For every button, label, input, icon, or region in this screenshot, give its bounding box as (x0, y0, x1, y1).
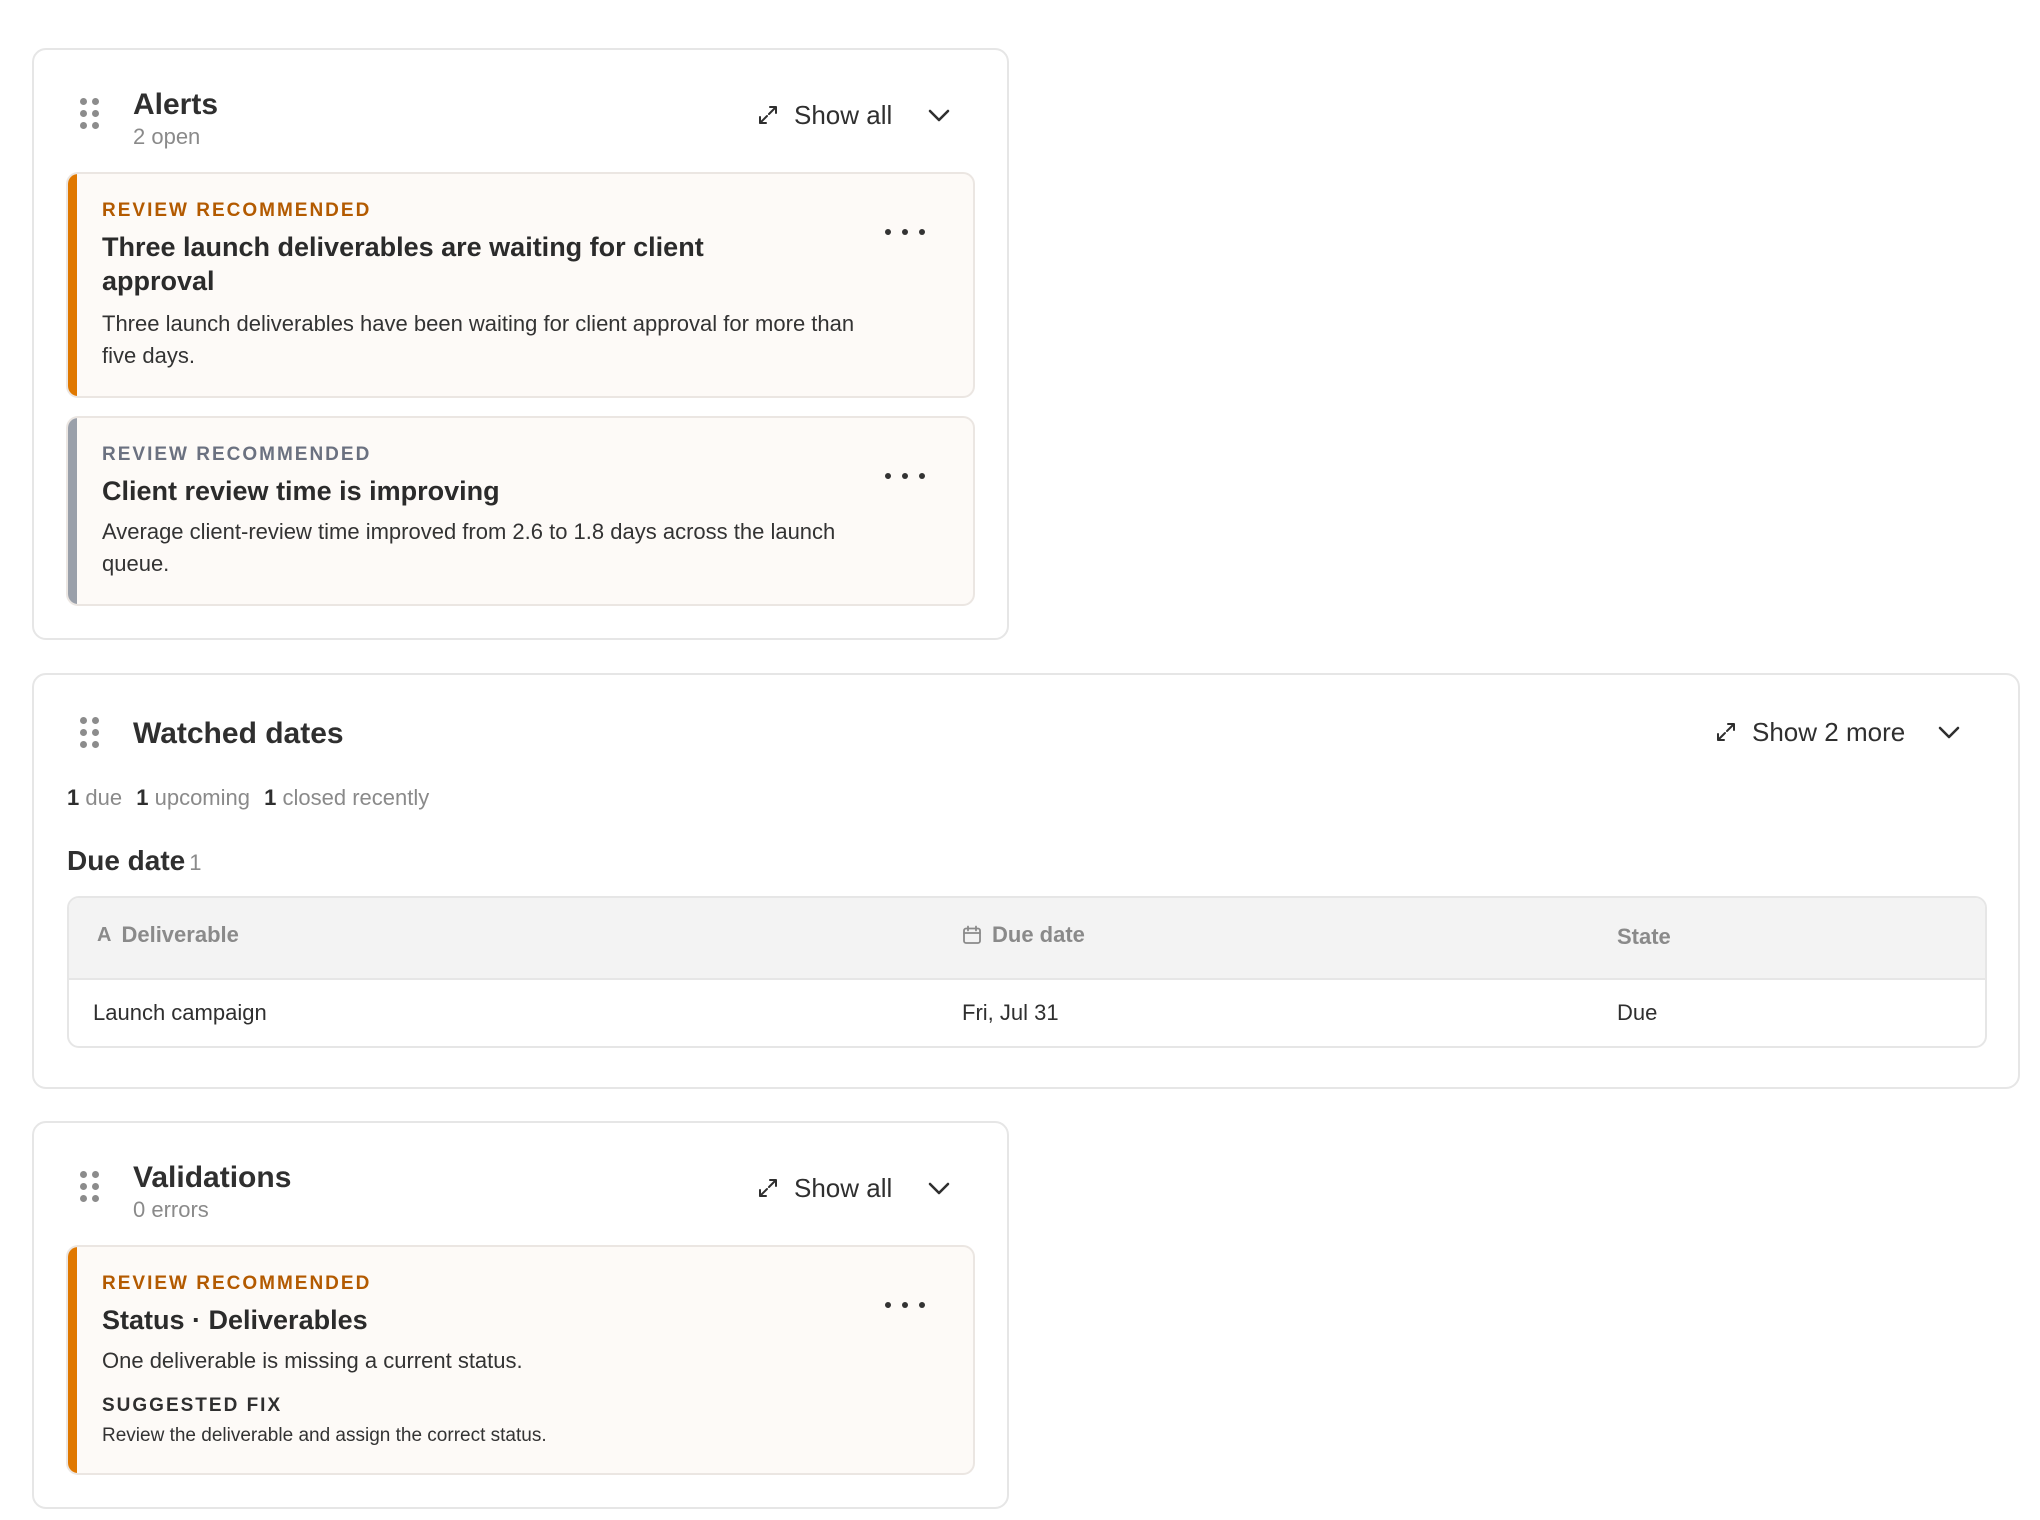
alerts-panel: Alerts 2 open Show all REVIEW RECOMMENDE… (32, 48, 1009, 640)
column-label: State (1617, 924, 1671, 949)
due-count: 1 (67, 785, 80, 810)
more-options-icon[interactable] (885, 222, 925, 242)
panel-title: Watched dates (133, 717, 344, 750)
show-all-label: Show all (794, 1172, 893, 1203)
dates-summary: 1 due 1 upcoming 1 closed recently (67, 785, 429, 811)
alert-kicker: REVIEW RECOMMENDED (102, 200, 372, 221)
more-options-icon[interactable] (885, 1295, 925, 1315)
show-more-button[interactable]: Show 2 more (1714, 715, 1905, 749)
due-date-table: A Deliverable Due date State Launch camp… (67, 896, 1987, 1048)
cell-deliverable[interactable]: Launch campaign (93, 1000, 267, 1026)
section-count: 1 (189, 850, 202, 875)
alert-card[interactable]: REVIEW RECOMMENDED Client review time is… (66, 416, 975, 606)
column-header-due-date[interactable]: Due date (962, 922, 1085, 948)
drag-handle-icon[interactable] (80, 1171, 100, 1203)
expand-icon (759, 106, 777, 124)
panel-subtitle: 0 errors (133, 1197, 209, 1222)
show-all-button[interactable]: Show all (756, 98, 892, 132)
section-title: Due date 1 (67, 845, 202, 877)
expand-icon (1717, 723, 1735, 741)
alert-body: Three launch deliverables have been wait… (102, 311, 855, 368)
expand-icon (759, 1179, 777, 1197)
watched-dates-panel: Watched dates Show 2 more 1 due 1 upcomi… (32, 673, 2020, 1089)
upcoming-count: 1 (136, 785, 149, 810)
suggested-fix-label: SUGGESTED FIX (102, 1395, 283, 1416)
text-type-icon: A (97, 923, 112, 946)
show-all-label: Show all (794, 99, 893, 130)
chevron-down-icon[interactable] (1934, 717, 1964, 747)
validation-title: Status · Deliverables (102, 1305, 368, 1335)
drag-handle-icon[interactable] (80, 717, 100, 749)
alert-kicker: REVIEW RECOMMENDED (102, 444, 372, 465)
section-title-text: Due date (67, 845, 186, 876)
accent-bar (68, 174, 77, 396)
panel-subtitle: 2 open (133, 124, 201, 149)
closed-label: closed recently (282, 785, 430, 810)
panel-title: Validations (133, 1161, 292, 1194)
alert-title: Client review time is improving (102, 476, 500, 506)
validation-body: One deliverable is missing a current sta… (102, 1348, 523, 1373)
validations-panel: Validations 0 errors Show all REVIEW REC… (32, 1121, 1009, 1509)
show-more-label: Show 2 more (1752, 716, 1906, 747)
drag-handle-icon[interactable] (80, 98, 100, 130)
closed-count: 1 (264, 785, 277, 810)
calendar-icon (963, 925, 981, 944)
column-label: Deliverable (121, 922, 239, 947)
column-label: Due date (992, 922, 1085, 947)
table-header: A Deliverable Due date State (69, 898, 1985, 980)
due-label: due (85, 785, 123, 810)
alert-title: Three launch deliverables are waiting fo… (102, 232, 704, 296)
accent-bar (68, 1247, 77, 1473)
alert-body: Average client-review time improved from… (102, 519, 836, 576)
cell-due-date[interactable]: Fri, Jul 31 (962, 1000, 1059, 1026)
upcoming-label: upcoming (154, 785, 250, 810)
more-options-icon[interactable] (885, 466, 925, 486)
validation-card[interactable]: REVIEW RECOMMENDED Status · Deliverables… (66, 1245, 975, 1475)
chevron-down-icon[interactable] (924, 1173, 954, 1203)
cell-state[interactable]: Due (1617, 1000, 1657, 1026)
column-header-state[interactable]: State (1617, 924, 1671, 950)
column-header-deliverable[interactable]: A Deliverable (97, 922, 239, 948)
show-all-button[interactable]: Show all (756, 1171, 892, 1205)
chevron-down-icon[interactable] (924, 100, 954, 130)
suggested-fix-text: Review the deliverable and assign the co… (102, 1425, 547, 1446)
accent-bar (68, 418, 77, 604)
panel-title: Alerts (133, 88, 219, 121)
alert-card[interactable]: REVIEW RECOMMENDED Three launch delivera… (66, 172, 975, 398)
validation-kicker: REVIEW RECOMMENDED (102, 1273, 372, 1294)
